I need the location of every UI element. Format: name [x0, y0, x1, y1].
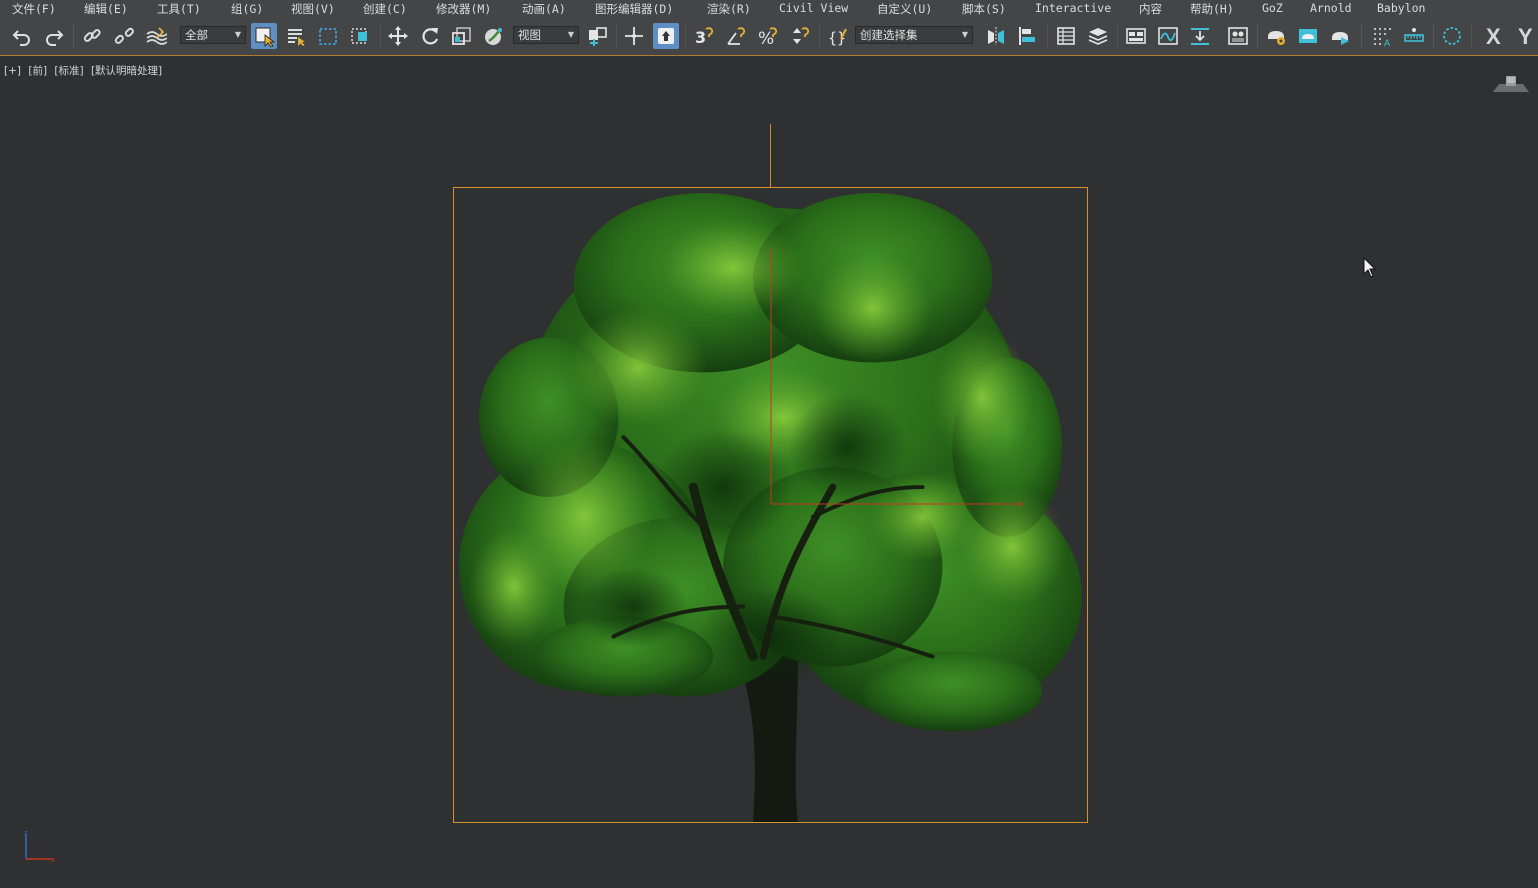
- manipulate-icon[interactable]: [621, 23, 647, 49]
- toolbar-separator: [1257, 24, 1258, 48]
- menu-group[interactable]: 组(G): [231, 1, 263, 17]
- redo-icon[interactable]: [41, 23, 67, 49]
- constrain-x-button[interactable]: X: [1486, 24, 1501, 50]
- reference-coordinate-dropdown[interactable]: 视图 ▼: [513, 26, 579, 44]
- select-by-name-icon[interactable]: [283, 23, 309, 49]
- angle-snap-icon[interactable]: [723, 23, 749, 49]
- menu-file[interactable]: 文件(F): [12, 1, 56, 17]
- rectangular-region-icon[interactable]: [315, 23, 341, 49]
- toolbar-separator: [819, 24, 820, 48]
- menu-tools[interactable]: 工具(T): [157, 1, 201, 17]
- toolbar-separator: [1047, 24, 1048, 48]
- percent-snap-icon[interactable]: %: [755, 23, 781, 49]
- move-icon[interactable]: [385, 23, 411, 49]
- mirror-icon[interactable]: [983, 23, 1009, 49]
- viewport-shading-mode[interactable]: [默认明暗处理]: [91, 65, 162, 77]
- chevron-down-icon: ▼: [961, 30, 968, 39]
- placement-icon[interactable]: [481, 23, 507, 49]
- render-production-icon[interactable]: [1327, 23, 1353, 49]
- render-setup-icon[interactable]: [1263, 23, 1289, 49]
- viewport-label[interactable]: [+] [前] [标准] [默认明暗处理]: [4, 63, 166, 78]
- chevron-down-icon: ▼: [567, 30, 574, 39]
- menu-modifiers[interactable]: 修改器(M): [436, 1, 491, 17]
- grid-snap-icon[interactable]: A: [1369, 23, 1395, 49]
- menu-animation[interactable]: 动画(A): [522, 1, 566, 17]
- menu-civil-view[interactable]: Civil View: [779, 1, 848, 15]
- toolbar-separator: [1117, 24, 1118, 48]
- menu-bar: 文件(F) 编辑(E) 工具(T) 组(G) 视图(V) 创建(C) 修改器(M…: [0, 0, 1538, 16]
- pivot-icon[interactable]: [584, 23, 610, 49]
- svg-text:%: %: [758, 29, 774, 47]
- unlink-icon[interactable]: [111, 23, 137, 49]
- menu-content[interactable]: 内容: [1139, 1, 1162, 17]
- scale-icon[interactable]: [449, 23, 475, 49]
- tree-plane-object[interactable]: [453, 187, 1088, 823]
- viewport-menu-plus[interactable]: [+]: [4, 65, 21, 77]
- toggle-ribbon-icon[interactable]: [1123, 23, 1149, 49]
- svg-text:{}: {}: [828, 29, 846, 47]
- align-icon[interactable]: [1015, 23, 1041, 49]
- toolbar-separator: [1433, 24, 1434, 48]
- select-object-icon[interactable]: [251, 23, 277, 49]
- menu-graph-editors[interactable]: 图形编辑器(D): [595, 1, 673, 17]
- selection-filter-value: 全部: [185, 28, 208, 42]
- named-selection-value: 创建选择集: [860, 28, 918, 42]
- svg-text:x: x: [51, 856, 55, 864]
- curve-editor-icon[interactable]: [1155, 23, 1181, 49]
- window-crossing-icon[interactable]: [347, 23, 373, 49]
- toolbar-separator: [1471, 24, 1472, 48]
- schematic-view-icon[interactable]: [1187, 23, 1213, 49]
- link-icon[interactable]: [79, 23, 105, 49]
- material-editor-icon[interactable]: [1225, 23, 1251, 49]
- svg-text:z: z: [24, 829, 28, 837]
- spinner-snap-icon[interactable]: [787, 23, 813, 49]
- toolbar-separator: [1361, 24, 1362, 48]
- viewport-point-of-view[interactable]: [前]: [28, 65, 47, 77]
- edit-named-selection-icon[interactable]: {}: [825, 23, 851, 49]
- constrain-y-button[interactable]: Y: [1518, 24, 1533, 50]
- mouse-cursor-icon: [1363, 257, 1377, 278]
- toolbar-separator: [73, 24, 74, 48]
- menu-customize[interactable]: 自定义(U): [877, 1, 932, 17]
- selection-filter-dropdown[interactable]: 全部 ▼: [180, 26, 246, 44]
- svg-text:3: 3: [695, 28, 706, 47]
- menu-help[interactable]: 帮助(H): [1190, 1, 1234, 17]
- undo-icon[interactable]: [9, 23, 35, 49]
- measure-icon[interactable]: [1401, 23, 1427, 49]
- menu-rendering[interactable]: 渲染(R): [707, 1, 751, 17]
- toolbar-separator: [616, 24, 617, 48]
- viewcube-icon[interactable]: [1493, 74, 1529, 94]
- menu-babylon[interactable]: Babylon: [1377, 1, 1425, 15]
- layer-explorer-icon[interactable]: [1085, 23, 1111, 49]
- viewport-render-level[interactable]: [标准]: [54, 65, 83, 77]
- tree-texture: [458, 192, 1083, 822]
- keyboard-shortcut-icon[interactable]: [653, 23, 679, 49]
- menu-scripting[interactable]: 脚本(S): [962, 1, 1006, 17]
- svg-text:A: A: [1384, 39, 1391, 47]
- rotate-icon[interactable]: [417, 23, 443, 49]
- menu-arnold[interactable]: Arnold: [1310, 1, 1352, 15]
- snap-3d-icon[interactable]: 3: [691, 23, 717, 49]
- toolbar-separator: [380, 24, 381, 48]
- reference-coordinate-value: 视图: [518, 28, 541, 42]
- plane-pivot-line: [770, 124, 771, 188]
- menu-views[interactable]: 视图(V): [291, 1, 335, 17]
- menu-goz[interactable]: GoZ: [1262, 1, 1283, 15]
- toolbar-separator: [685, 24, 686, 48]
- chevron-down-icon: ▼: [234, 30, 241, 39]
- main-toolbar: 全部 ▼ 视图 ▼ 3 % {} 创建选择集 ▼ A X Y: [0, 16, 1538, 56]
- rendered-frame-window-icon[interactable]: [1295, 23, 1321, 49]
- menu-edit[interactable]: 编辑(E): [84, 1, 128, 17]
- named-selection-dropdown[interactable]: 创建选择集 ▼: [855, 26, 973, 44]
- world-axis-tripod: z x: [24, 829, 55, 864]
- front-viewport[interactable]: [+] [前] [标准] [默认明暗处理] x z x: [0, 57, 1538, 888]
- bind-space-warp-icon[interactable]: [143, 23, 169, 49]
- scene-explorer-icon[interactable]: [1053, 23, 1079, 49]
- menu-interactive[interactable]: Interactive: [1035, 1, 1111, 15]
- menu-create[interactable]: 创建(C): [363, 1, 407, 17]
- selection-circle-icon[interactable]: [1439, 23, 1465, 49]
